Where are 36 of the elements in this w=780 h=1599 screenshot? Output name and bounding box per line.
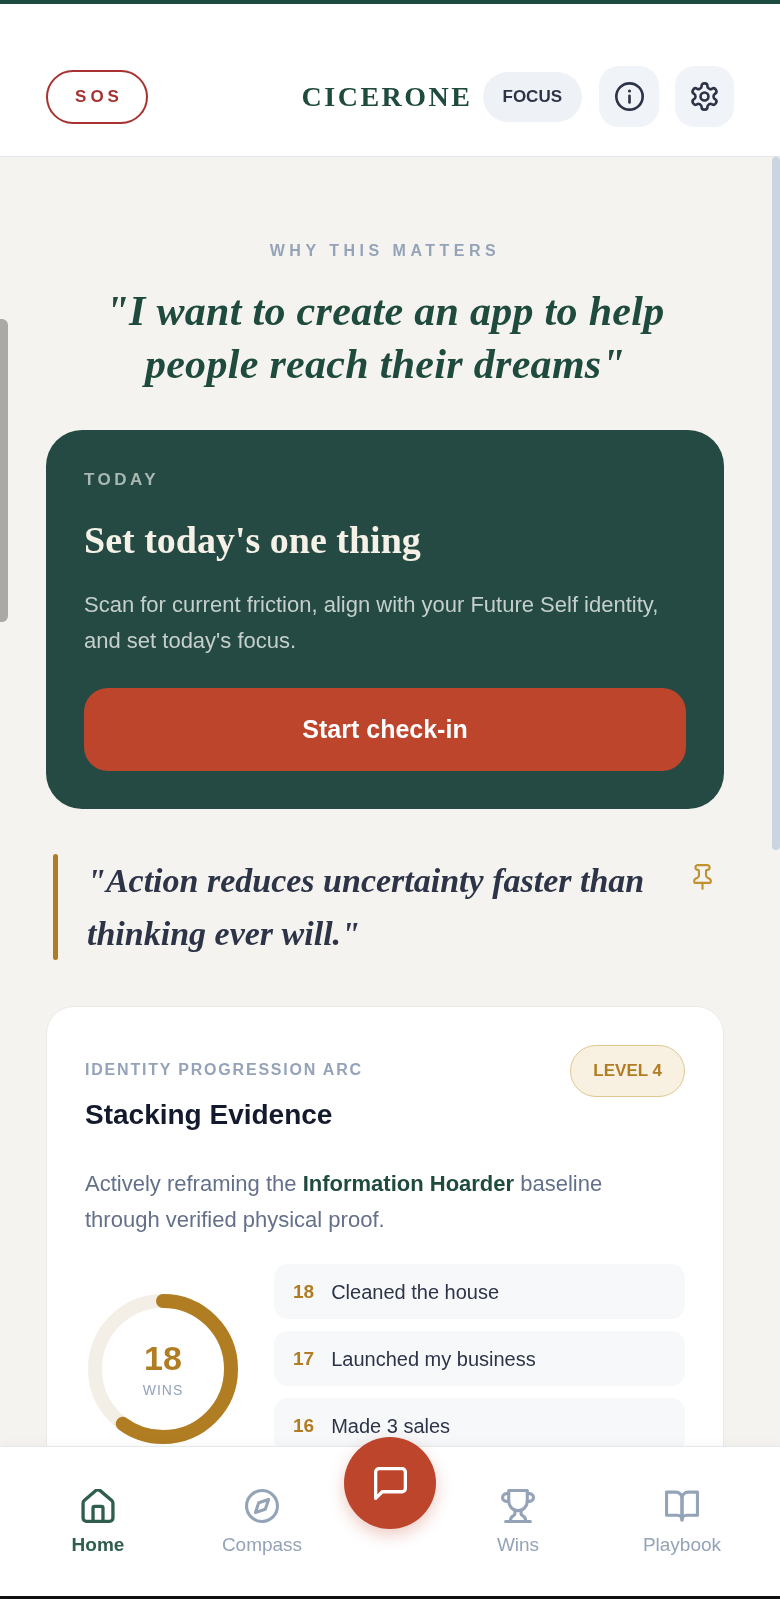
chat-button[interactable]: [344, 1437, 436, 1529]
info-icon: [614, 82, 644, 111]
level-badge: LEVEL 4: [570, 1045, 685, 1097]
win-number: 18: [293, 1281, 315, 1302]
compass-icon: [245, 1489, 279, 1523]
trophy-icon: [501, 1489, 535, 1523]
win-label: Cleaned the house: [331, 1281, 500, 1302]
info-button[interactable]: [599, 66, 659, 127]
card-label: TODAY: [84, 470, 161, 490]
nav-item[interactable]: Home: [71, 1489, 125, 1556]
card-description: Scan for current friction, align with your Future Self identity, and set today's focus.: [84, 591, 660, 655]
sos-button[interactable]: SOS: [46, 69, 148, 124]
card-title: Set today's one thing: [84, 518, 422, 562]
settings-icon: [690, 82, 719, 111]
edge-handle[interactable]: [0, 319, 8, 622]
scrollbar-thumb[interactable]: [772, 157, 780, 850]
wins-count: 18: [144, 1339, 182, 1376]
section-label: WHY THIS MATTERS: [268, 241, 502, 261]
card-title: Stacking Evidence: [85, 1098, 334, 1132]
card-description: Actively reframing the Information Hoarder baseline through verified physical proof.: [85, 1170, 604, 1234]
win-label: Launched my business: [331, 1348, 536, 1369]
chat-icon: [373, 1466, 407, 1500]
nav-item[interactable]: Compass: [221, 1489, 303, 1556]
win-number: 17: [293, 1348, 315, 1369]
book-icon: [665, 1489, 699, 1523]
home-icon: [81, 1489, 115, 1523]
brand-name: CICERONE: [301, 79, 473, 114]
start-check-in-button[interactable]: Start check-in: [84, 688, 686, 771]
card-label: IDENTITY PROGRESSION ARC: [85, 1060, 363, 1080]
settings-button[interactable]: [675, 66, 734, 127]
win-label: Made 3 sales: [331, 1415, 451, 1436]
wins-unit-label: WINS: [142, 1380, 184, 1399]
purpose-quote: "I want to create an app to help people reach their dreams": [104, 287, 666, 389]
pinned-quote: "Action reduces uncertainty faster than thinking ever will.": [87, 861, 646, 954]
win-number: 16: [293, 1415, 315, 1436]
focus-button[interactable]: FOCUS: [482, 71, 582, 122]
